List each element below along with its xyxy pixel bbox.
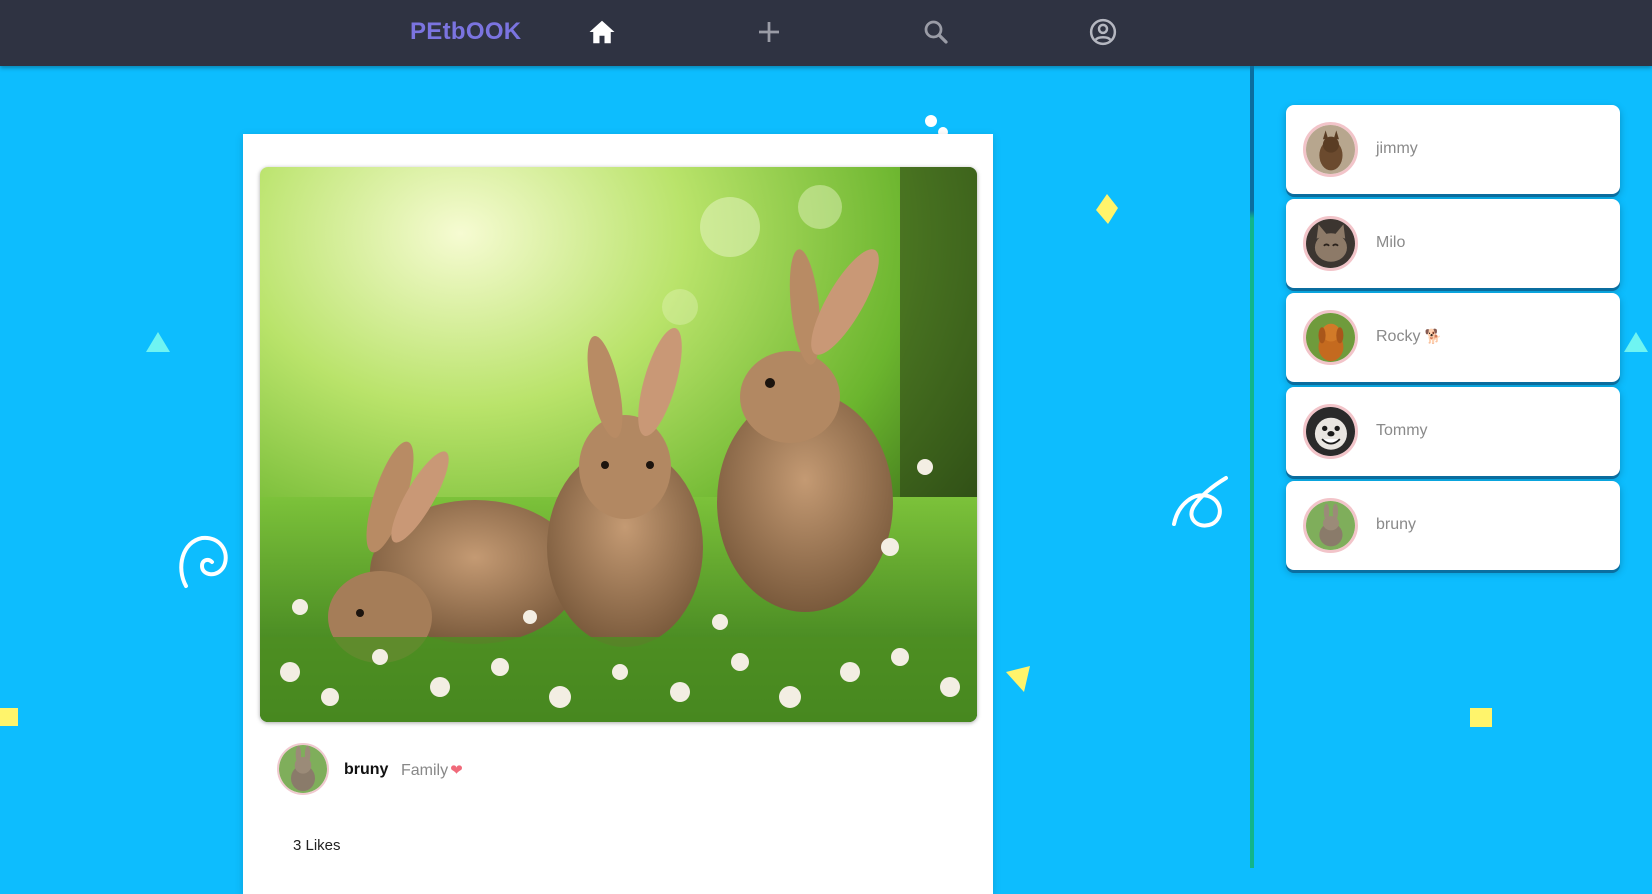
post-author-avatar[interactable] <box>277 743 329 795</box>
confetti-square <box>1470 708 1492 727</box>
home-icon[interactable] <box>585 15 619 49</box>
friend-card-jimmy[interactable]: jimmy <box>1286 105 1620 194</box>
friend-name: Tommy <box>1376 422 1428 439</box>
confetti-swirl <box>179 535 228 588</box>
confetti-swirl <box>1172 476 1228 528</box>
friend-card-rocky[interactable]: Rocky 🐕 <box>1286 293 1620 382</box>
confetti-triangle <box>1006 666 1030 692</box>
post-author-name[interactable]: bruny <box>344 761 388 779</box>
friend-name: Rocky 🐕 <box>1376 328 1443 345</box>
post-caption: Family ❤ <box>401 761 463 780</box>
account-circle-icon[interactable] <box>1086 15 1120 49</box>
plus-icon[interactable] <box>752 15 786 49</box>
friend-card-bruny[interactable]: bruny <box>1286 481 1620 570</box>
friend-name: jimmy <box>1376 140 1418 157</box>
friend-list: jimmy Milo Rocky 🐕 Tommy bruny <box>1286 105 1620 575</box>
top-navbar: PEtbOOK <box>0 0 1652 66</box>
friend-name: bruny <box>1376 516 1417 533</box>
cat-avatar <box>1303 216 1358 271</box>
confetti-diamond <box>1096 194 1118 224</box>
friend-card-milo[interactable]: Milo <box>1286 199 1620 288</box>
brand-logo[interactable]: PEtbOOK <box>410 18 521 46</box>
dog-icon: 🐕 <box>1424 328 1443 344</box>
friend-name: Milo <box>1376 234 1406 251</box>
smiling-dog-avatar <box>1303 404 1358 459</box>
confetti-triangle <box>146 332 170 352</box>
confetti-triangle <box>1624 332 1648 352</box>
post-likes-count[interactable]: 3 Likes <box>293 837 341 854</box>
heart-icon: ❤ <box>450 762 463 779</box>
post-card: bruny Family ❤ 3 Likes <box>243 134 993 894</box>
post-caption-text: Family <box>401 762 449 779</box>
sidebar-divider <box>1250 66 1254 868</box>
rabbit-avatar <box>1303 498 1358 553</box>
dog-avatar <box>1303 122 1358 177</box>
post-photo[interactable] <box>260 167 977 722</box>
confetti-square <box>0 708 18 726</box>
search-icon[interactable] <box>919 15 953 49</box>
golden-retriever-avatar <box>1303 310 1358 365</box>
friend-card-tommy[interactable]: Tommy <box>1286 387 1620 476</box>
